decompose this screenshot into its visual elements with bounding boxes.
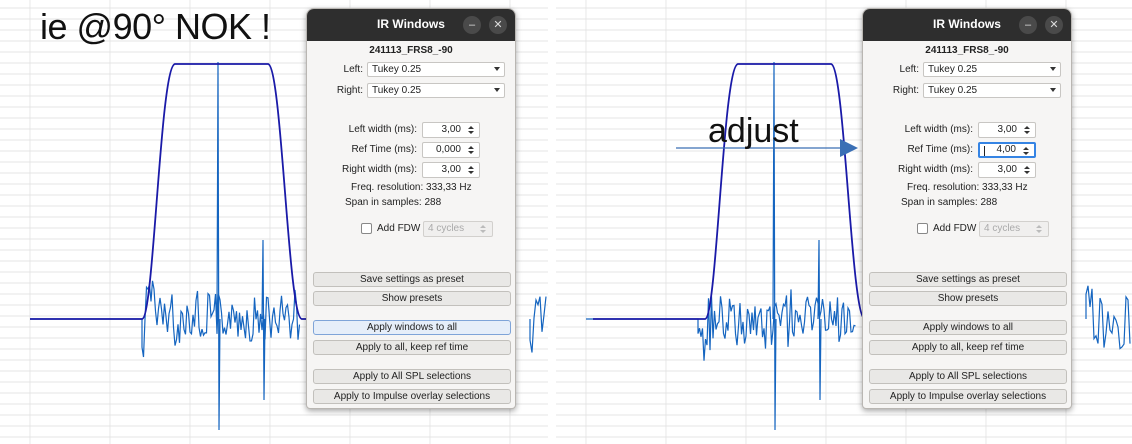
freq-resolution-text: Freq. resolution: 333,33 Hz <box>907 182 1028 193</box>
left-width-spinner[interactable]: 3,00 <box>422 122 480 138</box>
right-width-label: Right width (ms): <box>341 164 417 175</box>
spin-arrows-icon <box>480 225 486 233</box>
window-shape-trace <box>30 63 306 320</box>
show-presets-button[interactable]: Show presets <box>313 291 511 306</box>
apply-spl-button[interactable]: Apply to All SPL selections <box>869 369 1067 384</box>
dialog-title: IR Windows <box>377 17 445 31</box>
spin-arrows-icon <box>1036 225 1042 233</box>
spin-arrows-icon[interactable] <box>466 145 476 155</box>
dialog-title: IR Windows <box>933 17 1001 31</box>
ref-time-value: 4,00 <box>996 144 1016 155</box>
apply-windows-all-button[interactable]: Apply windows to all <box>869 320 1067 335</box>
ref-time-spinner[interactable]: 0,000 <box>422 142 480 158</box>
left-window-value: Tukey 0.25 <box>372 64 422 75</box>
fdw-cycles-spinner[interactable]: 4 cycles <box>423 221 493 237</box>
apply-windows-all-button[interactable]: Apply windows to all <box>313 320 511 335</box>
left-width-spinner[interactable]: 3,00 <box>978 122 1036 138</box>
left-window-label: Left: <box>343 64 363 75</box>
add-fdw-checkbox[interactable] <box>917 223 928 234</box>
fdw-cycles-value: 4 cycles <box>428 223 465 234</box>
save-preset-button[interactable]: Save settings as preset <box>869 272 1067 287</box>
left-width-value: 3,00 <box>997 124 1017 135</box>
ir-windows-dialog: IR Windows – ✕ 241113_FRS8_-90 Left: Tuk… <box>862 8 1072 409</box>
ref-time-spinner[interactable]: 4,00 <box>978 142 1036 158</box>
left-window-value: Tukey 0.25 <box>928 64 978 75</box>
right-window-label: Right: <box>892 85 919 96</box>
span-samples-text: Span in samples: 288 <box>901 197 998 208</box>
fdw-cycles-value: 4 cycles <box>984 223 1021 234</box>
add-fdw-checkbox[interactable] <box>361 223 372 234</box>
show-presets-button[interactable]: Show presets <box>869 291 1067 306</box>
span-samples-text: Span in samples: 288 <box>345 197 442 208</box>
apply-keep-ref-button[interactable]: Apply to all, keep ref time <box>313 340 511 355</box>
chevron-down-icon <box>1050 67 1056 71</box>
apply-keep-ref-button[interactable]: Apply to all, keep ref time <box>869 340 1067 355</box>
apply-impulse-overlay-button[interactable]: Apply to Impulse overlay selections <box>869 389 1067 404</box>
spin-arrows-icon[interactable] <box>466 125 476 135</box>
save-preset-button[interactable]: Save settings as preset <box>313 272 511 287</box>
right-width-value: 3,00 <box>441 164 461 175</box>
right-width-spinner[interactable]: 3,00 <box>422 162 480 178</box>
add-fdw-label: Add FDW <box>377 223 421 234</box>
chevron-down-icon <box>1050 88 1056 92</box>
right-window-value: Tukey 0.25 <box>372 85 422 96</box>
right-window-label: Right: <box>336 85 363 96</box>
apply-spl-button[interactable]: Apply to All SPL selections <box>313 369 511 384</box>
right-window-select[interactable]: Tukey 0.25 <box>367 83 505 98</box>
minimize-icon[interactable]: – <box>1019 16 1037 34</box>
spin-arrows-icon[interactable] <box>466 165 476 175</box>
dialog-titlebar[interactable]: IR Windows – ✕ <box>307 9 515 41</box>
close-icon[interactable]: ✕ <box>1045 16 1063 34</box>
ref-time-value: 0,000 <box>435 144 461 155</box>
fdw-cycles-spinner[interactable]: 4 cycles <box>979 221 1049 237</box>
left-window-select[interactable]: Tukey 0.25 <box>367 62 505 77</box>
window-shape-trace <box>593 63 869 320</box>
left-panel: ie @90° NOK ! IR Windows – ✕ 241113_FRS8… <box>0 0 548 444</box>
left-width-label: Left width (ms): <box>904 124 973 135</box>
headline-text: ie @90° NOK ! <box>40 6 271 47</box>
minimize-icon[interactable]: – <box>463 16 481 34</box>
chevron-down-icon <box>494 88 500 92</box>
text-cursor <box>984 146 985 156</box>
freq-resolution-text: Freq. resolution: 333,33 Hz <box>351 182 472 193</box>
right-window-select[interactable]: Tukey 0.25 <box>923 83 1061 98</box>
right-width-value: 3,00 <box>997 164 1017 175</box>
spin-arrows-icon[interactable] <box>1022 125 1032 135</box>
right-window-value: Tukey 0.25 <box>928 85 978 96</box>
spin-arrows-icon[interactable] <box>1022 165 1032 175</box>
left-window-select[interactable]: Tukey 0.25 <box>923 62 1061 77</box>
right-width-label: Right width (ms): <box>897 164 973 175</box>
ref-time-label: Ref Time (ms): <box>351 144 417 155</box>
apply-impulse-overlay-button[interactable]: Apply to Impulse overlay selections <box>313 389 511 404</box>
adjust-annotation: adjust <box>708 112 799 150</box>
fdw-row: Add FDW 4 cycles <box>361 221 511 237</box>
close-icon[interactable]: ✕ <box>489 16 507 34</box>
left-width-value: 3,00 <box>441 124 461 135</box>
ir-windows-dialog: IR Windows – ✕ 241113_FRS8_-90 Left: Tuk… <box>306 8 516 409</box>
right-panel: adjust IR Windows – ✕ 241113_FRS8_-90 Le… <box>556 0 1132 444</box>
left-window-label: Left: <box>899 64 919 75</box>
spin-arrows-icon[interactable] <box>1021 146 1031 156</box>
measurement-name: 241113_FRS8_-90 <box>369 45 453 56</box>
right-width-spinner[interactable]: 3,00 <box>978 162 1036 178</box>
fdw-row: Add FDW 4 cycles <box>917 221 1067 237</box>
left-width-label: Left width (ms): <box>348 124 417 135</box>
chevron-down-icon <box>494 67 500 71</box>
ref-time-label: Ref Time (ms): <box>907 144 973 155</box>
measurement-name: 241113_FRS8_-90 <box>925 45 1009 56</box>
dialog-titlebar[interactable]: IR Windows – ✕ <box>863 9 1071 41</box>
add-fdw-label: Add FDW <box>933 223 977 234</box>
